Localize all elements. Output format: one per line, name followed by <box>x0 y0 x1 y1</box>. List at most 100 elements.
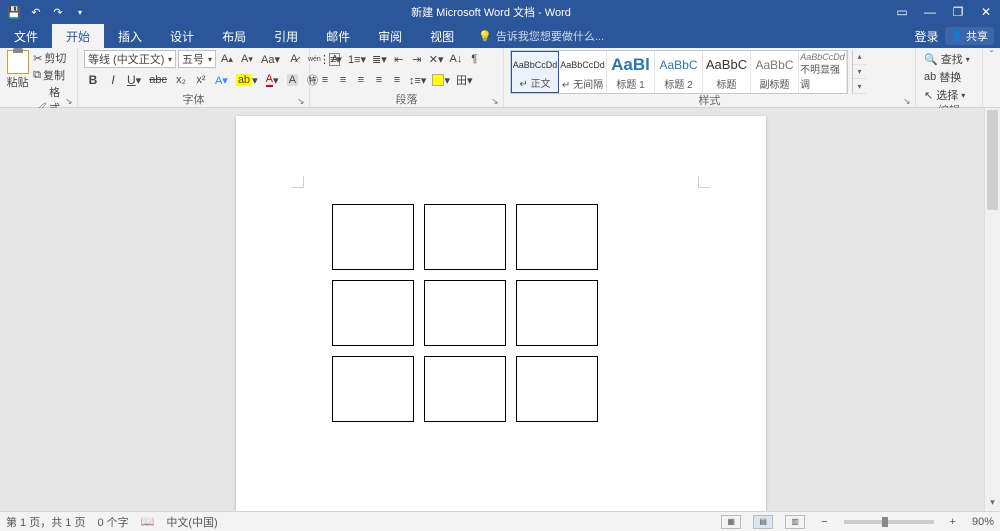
align-right-button[interactable]: ≡ <box>352 71 370 89</box>
tab-insert[interactable]: 插入 <box>104 24 156 48</box>
align-left-button[interactable]: ≡ <box>316 71 334 89</box>
tab-file[interactable]: 文件 <box>0 24 52 48</box>
style-scroll-down-icon[interactable]: ▾ <box>853 65 866 80</box>
borders-button[interactable]: 田▾ <box>453 71 476 89</box>
font-size-combo[interactable]: 五号▾ <box>178 50 216 68</box>
bullets-button[interactable]: ⋮≡▾ <box>316 50 345 68</box>
redo-icon[interactable]: ↷ <box>48 2 68 22</box>
page[interactable] <box>236 116 766 511</box>
select-button[interactable]: ↖选择▾ <box>922 86 972 104</box>
ribbon-options-icon[interactable]: ▭ <box>888 0 916 24</box>
spellcheck-icon[interactable]: 📖 <box>141 515 155 528</box>
copy-button[interactable]: ⧉复制 <box>33 67 71 83</box>
decrease-indent-button[interactable]: ⇤ <box>390 50 408 68</box>
vertical-scrollbar[interactable]: ▴ ▾ <box>984 108 1000 511</box>
strikethrough-button[interactable]: abc <box>146 71 170 89</box>
highlight-button[interactable]: ab▾ <box>233 71 261 89</box>
tell-me-search[interactable]: 💡 告诉我您想要做什么... <box>468 24 614 48</box>
line-spacing-button[interactable]: ↕≡▾ <box>406 71 429 89</box>
sort-button[interactable]: A↓ <box>447 50 466 68</box>
text-effects-button[interactable]: A▾ <box>212 71 231 89</box>
zoom-level[interactable]: 90% <box>972 516 994 528</box>
shrink-font-button[interactable]: A▾ <box>238 50 256 68</box>
asian-layout-button[interactable]: ✕▾ <box>426 50 447 68</box>
superscript-button[interactable]: x² <box>192 71 210 89</box>
collapse-ribbon-icon[interactable]: ˇ <box>990 50 993 61</box>
rectangle-shape[interactable] <box>424 204 506 270</box>
qat-customize-icon[interactable]: ▾ <box>70 2 90 22</box>
rectangle-shape[interactable] <box>516 280 598 346</box>
scroll-down-icon[interactable]: ▾ <box>985 497 1000 511</box>
cut-button[interactable]: ✂剪切 <box>33 50 71 66</box>
tab-view[interactable]: 视图 <box>416 24 468 48</box>
show-marks-button[interactable]: ¶ <box>465 50 483 68</box>
tab-references[interactable]: 引用 <box>260 24 312 48</box>
close-icon[interactable]: ✕ <box>972 0 1000 24</box>
tab-layout[interactable]: 布局 <box>208 24 260 48</box>
font-launcher-icon[interactable]: ↘ <box>297 96 307 106</box>
align-justify-button[interactable]: ≡ <box>370 71 388 89</box>
rectangle-shape[interactable] <box>516 356 598 422</box>
rectangle-shape[interactable] <box>516 204 598 270</box>
styles-launcher-icon[interactable]: ↘ <box>903 96 913 106</box>
clear-formatting-button[interactable]: A̷ <box>285 50 303 68</box>
zoom-slider-thumb[interactable] <box>882 517 888 527</box>
page-count[interactable]: 第 1 页，共 1 页 <box>6 514 85 530</box>
rectangle-shape[interactable] <box>332 356 414 422</box>
word-count[interactable]: 0 个字 <box>97 514 128 530</box>
web-layout-button[interactable]: ▥ <box>785 515 805 529</box>
minimize-icon[interactable]: — <box>916 0 944 24</box>
style-name: ↵ 无间隔 <box>562 76 603 91</box>
zoom-in-button[interactable]: + <box>946 516 960 528</box>
tab-review[interactable]: 审阅 <box>364 24 416 48</box>
italic-button[interactable]: I <box>104 71 122 89</box>
scroll-thumb[interactable] <box>987 110 998 210</box>
paste-button[interactable]: 粘贴 <box>6 50 29 90</box>
language-status[interactable]: 中文(中国) <box>166 514 217 530</box>
change-case-button[interactable]: Aa▾ <box>258 50 283 68</box>
style-item[interactable]: AaBbCcDd↵ 无间隔 <box>559 51 607 93</box>
tab-mailings[interactable]: 邮件 <box>312 24 364 48</box>
multilevel-list-button[interactable]: ≣▾ <box>369 50 390 68</box>
character-shading-button[interactable]: A <box>283 71 301 89</box>
subscript-button[interactable]: x₂ <box>172 71 190 89</box>
rectangle-shape[interactable] <box>424 356 506 422</box>
font-color-button[interactable]: A▾ <box>263 71 282 89</box>
font-name-combo[interactable]: 等线 (中文正文)▾ <box>84 50 176 68</box>
clipboard-launcher-icon[interactable]: ↘ <box>65 96 75 106</box>
style-item[interactable]: AaBbCcDd↵ 正文 <box>511 51 559 93</box>
group-styles-label: 样式 <box>510 94 909 108</box>
style-item[interactable]: AaBbC标题 <box>703 51 751 93</box>
style-item[interactable]: AaBbCcDd不明显强调 <box>799 51 847 93</box>
style-scroll-up-icon[interactable]: ▴ <box>853 50 866 65</box>
signin-link[interactable]: 登录 <box>915 28 939 45</box>
zoom-out-button[interactable]: − <box>817 516 831 528</box>
underline-button[interactable]: U▾ <box>124 71 144 89</box>
rectangle-shape[interactable] <box>332 204 414 270</box>
increase-indent-button[interactable]: ⇥ <box>408 50 426 68</box>
style-gallery-expand-icon[interactable]: ▾ <box>853 79 866 94</box>
rectangle-shape[interactable] <box>424 280 506 346</box>
shading-button[interactable]: ▾ <box>429 71 453 89</box>
replace-button[interactable]: ab替换 <box>922 68 972 86</box>
read-mode-button[interactable]: ▦ <box>721 515 741 529</box>
paragraph-launcher-icon[interactable]: ↘ <box>491 96 501 106</box>
save-icon[interactable]: 💾 <box>4 2 24 22</box>
tab-home[interactable]: 开始 <box>52 24 104 48</box>
rectangle-shape[interactable] <box>332 280 414 346</box>
bold-button[interactable]: B <box>84 71 102 89</box>
tab-design[interactable]: 设计 <box>156 24 208 48</box>
align-center-button[interactable]: ≡ <box>334 71 352 89</box>
grow-font-button[interactable]: A▴ <box>218 50 236 68</box>
undo-icon[interactable]: ↶ <box>26 2 46 22</box>
numbering-button[interactable]: 1≡▾ <box>345 50 369 68</box>
print-layout-button[interactable]: ▤ <box>753 515 773 529</box>
share-button[interactable]: 👤 共享 <box>945 27 994 45</box>
restore-icon[interactable]: ❐ <box>944 0 972 24</box>
align-distributed-button[interactable]: ≡ <box>388 71 406 89</box>
style-item[interactable]: AaBl标题 1 <box>607 51 655 93</box>
zoom-slider[interactable] <box>844 520 934 524</box>
find-button[interactable]: 🔍查找▾ <box>922 50 972 68</box>
style-item[interactable]: AaBbC副标题 <box>751 51 799 93</box>
style-item[interactable]: AaBbC标题 2 <box>655 51 703 93</box>
